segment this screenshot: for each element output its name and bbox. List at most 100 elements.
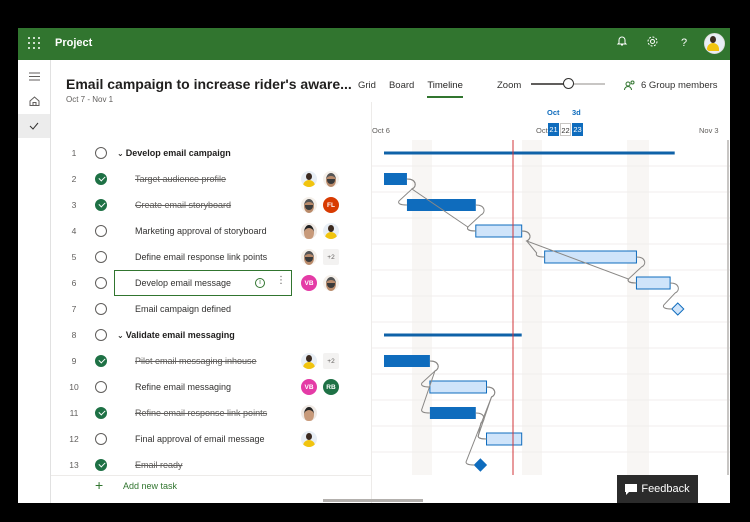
help-icon[interactable]: ?: [676, 35, 692, 51]
tab-timeline[interactable]: Timeline: [427, 80, 463, 98]
app-window: Project ? Email campaign to increase rid…: [18, 28, 730, 503]
task-name[interactable]: Email ready: [135, 460, 183, 470]
assignee-avatar[interactable]: FL: [323, 197, 339, 213]
task-name[interactable]: Create email storyboard: [135, 200, 231, 210]
assignee-avatar[interactable]: [323, 275, 339, 291]
more-assignees-badge[interactable]: +2: [323, 249, 339, 265]
task-row[interactable]: 12 Final approval of email message: [51, 426, 371, 452]
task-name[interactable]: Final approval of email message: [135, 434, 265, 444]
info-icon[interactable]: i: [255, 278, 265, 288]
task-bar[interactable]: [486, 432, 523, 446]
complete-checkbox[interactable]: [95, 277, 107, 289]
assignee-avatar[interactable]: [301, 353, 317, 369]
assignee-avatar[interactable]: [301, 223, 317, 239]
complete-checkbox[interactable]: [95, 303, 107, 315]
task-name[interactable]: Email campaign defined: [135, 304, 231, 314]
user-avatar[interactable]: [704, 33, 725, 54]
assignee-avatar[interactable]: VB: [301, 379, 317, 395]
chevron-down-icon[interactable]: ⌄: [117, 331, 124, 340]
task-row[interactable]: 3 Create email storyboard FL: [51, 192, 371, 218]
task-row[interactable]: 9 Pilot email messaging inhouse +2: [51, 348, 371, 374]
complete-checkbox[interactable]: [95, 407, 107, 419]
bell-icon[interactable]: [614, 35, 630, 51]
selected-month-label: Oct: [547, 108, 560, 117]
timeline-start-label: Oct 6: [372, 126, 390, 135]
summary-bar[interactable]: [384, 333, 522, 337]
task-row[interactable]: 11 Refine email response link points: [51, 400, 371, 426]
task-row[interactable]: 4 Marketing approval of storyboard: [51, 218, 371, 244]
complete-checkbox[interactable]: [95, 251, 107, 263]
assignee-avatar[interactable]: [301, 249, 317, 265]
task-bar[interactable]: [635, 276, 671, 290]
menu-icon[interactable]: [18, 64, 50, 88]
assignee-avatar[interactable]: [301, 197, 317, 213]
assignee-avatar[interactable]: [301, 405, 317, 421]
task-bar[interactable]: [475, 224, 523, 238]
task-name[interactable]: ⌄ Validate email messaging: [117, 330, 235, 340]
assignee-avatar[interactable]: [301, 171, 317, 187]
home-icon[interactable]: [18, 89, 50, 113]
assignees: +2: [301, 249, 339, 265]
assignee-avatar[interactable]: [323, 171, 339, 187]
vertical-scrollbar[interactable]: [727, 140, 729, 475]
complete-checkbox[interactable]: [95, 147, 107, 159]
assignees: [301, 431, 317, 447]
task-name[interactable]: Refine email response link points: [135, 408, 267, 418]
task-name[interactable]: Define email response link points: [135, 252, 267, 262]
assignee-avatar[interactable]: [323, 223, 339, 239]
complete-checkbox[interactable]: [95, 433, 107, 445]
assignee-avatar[interactable]: [301, 431, 317, 447]
row-number: 13: [69, 460, 79, 470]
task-row[interactable]: 10 Refine email messaging VB RB: [51, 374, 371, 400]
assignees: [301, 405, 317, 421]
timeline-end-label: Nov 3: [699, 126, 719, 135]
horizontal-scrollbar[interactable]: [323, 499, 423, 502]
feedback-button[interactable]: Feedback: [617, 475, 698, 503]
task-row[interactable]: 7 Email campaign defined: [51, 296, 371, 322]
complete-checkbox[interactable]: [95, 199, 107, 211]
task-bar[interactable]: [429, 380, 488, 394]
task-name[interactable]: Refine email messaging: [135, 382, 231, 392]
complete-checkbox[interactable]: [95, 173, 107, 185]
complete-checkbox[interactable]: [95, 355, 107, 367]
summary-bar[interactable]: [384, 151, 675, 155]
task-row[interactable]: 6 Develop email message i ⋮ VB: [51, 270, 371, 296]
day-21[interactable]: 21: [548, 123, 559, 136]
task-name[interactable]: ⌄ Develop email campaign: [117, 148, 231, 158]
task-bar[interactable]: [384, 173, 407, 185]
waffle-icon[interactable]: [28, 37, 40, 49]
more-options-icon[interactable]: ⋮: [276, 276, 286, 286]
complete-checkbox[interactable]: [95, 381, 107, 393]
task-row[interactable]: 2 Target audience profile: [51, 166, 371, 192]
task-name[interactable]: Target audience profile: [135, 174, 226, 184]
summary-task-row[interactable]: 1 ⌄ Develop email campaign: [51, 140, 371, 166]
group-members-button[interactable]: 6 Group members: [624, 80, 718, 91]
add-task-row[interactable]: + Add new task: [51, 475, 371, 497]
zoom-thumb[interactable]: [563, 78, 574, 89]
my-tasks-check-icon[interactable]: [18, 114, 50, 138]
timeline-header: Oct 6 Oct 3d Oct 21 22 23 Nov 3: [372, 102, 730, 140]
add-task-label[interactable]: Add new task: [123, 481, 177, 491]
task-bar[interactable]: [384, 355, 430, 367]
task-row[interactable]: 5 Define email response link points +2: [51, 244, 371, 270]
milestone-diamond[interactable]: [671, 302, 685, 316]
day-22-today[interactable]: 22: [560, 123, 571, 136]
zoom-slider[interactable]: [531, 78, 605, 90]
task-name[interactable]: Develop email message: [135, 278, 231, 288]
task-bar[interactable]: [429, 407, 476, 419]
complete-checkbox[interactable]: [95, 225, 107, 237]
complete-checkbox[interactable]: [95, 329, 107, 341]
tab-grid[interactable]: Grid: [358, 80, 376, 98]
day-23[interactable]: 23: [572, 123, 583, 136]
summary-task-row[interactable]: 8 ⌄ Validate email messaging: [51, 322, 371, 348]
more-assignees-badge[interactable]: +2: [323, 353, 339, 369]
complete-checkbox[interactable]: [95, 459, 107, 471]
task-name[interactable]: Marketing approval of storyboard: [135, 226, 267, 236]
milestone-diamond[interactable]: [473, 458, 488, 472]
tab-board[interactable]: Board: [389, 80, 414, 98]
task-name[interactable]: Pilot email messaging inhouse: [135, 356, 257, 366]
chevron-down-icon[interactable]: ⌄: [117, 149, 124, 158]
assignee-avatar[interactable]: VB: [301, 275, 317, 291]
gear-icon[interactable]: [644, 35, 660, 51]
assignee-avatar[interactable]: RB: [323, 379, 339, 395]
